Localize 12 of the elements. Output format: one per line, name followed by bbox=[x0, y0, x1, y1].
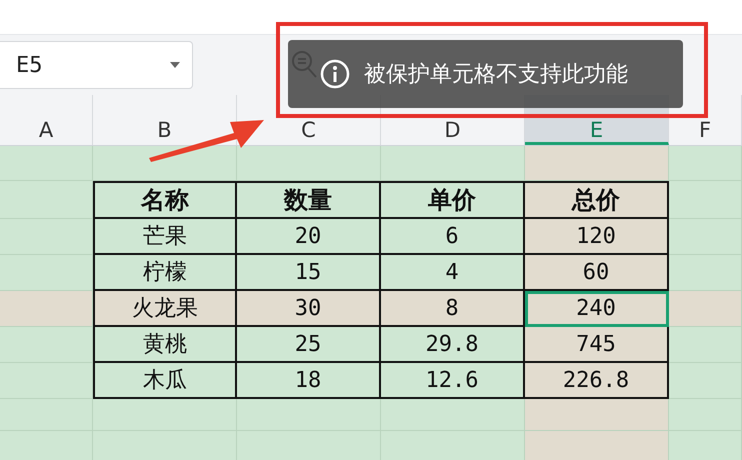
table-cell: 745 bbox=[525, 327, 669, 363]
table-cell: 226.8 bbox=[525, 363, 669, 399]
column-header[interactable]: A bbox=[0, 95, 93, 145]
column-heading: 名称 bbox=[93, 181, 237, 219]
toast-message: 被保护单元格不支持此功能 bbox=[364, 61, 628, 89]
info-icon bbox=[320, 59, 350, 89]
table-cell: 120 bbox=[525, 219, 669, 255]
table-cell: 60 bbox=[525, 255, 669, 291]
table-cell: 240 bbox=[525, 291, 669, 327]
caret-icon bbox=[170, 62, 180, 68]
name-box[interactable]: E5 bbox=[0, 41, 193, 89]
column-heading: 总价 bbox=[525, 181, 669, 219]
